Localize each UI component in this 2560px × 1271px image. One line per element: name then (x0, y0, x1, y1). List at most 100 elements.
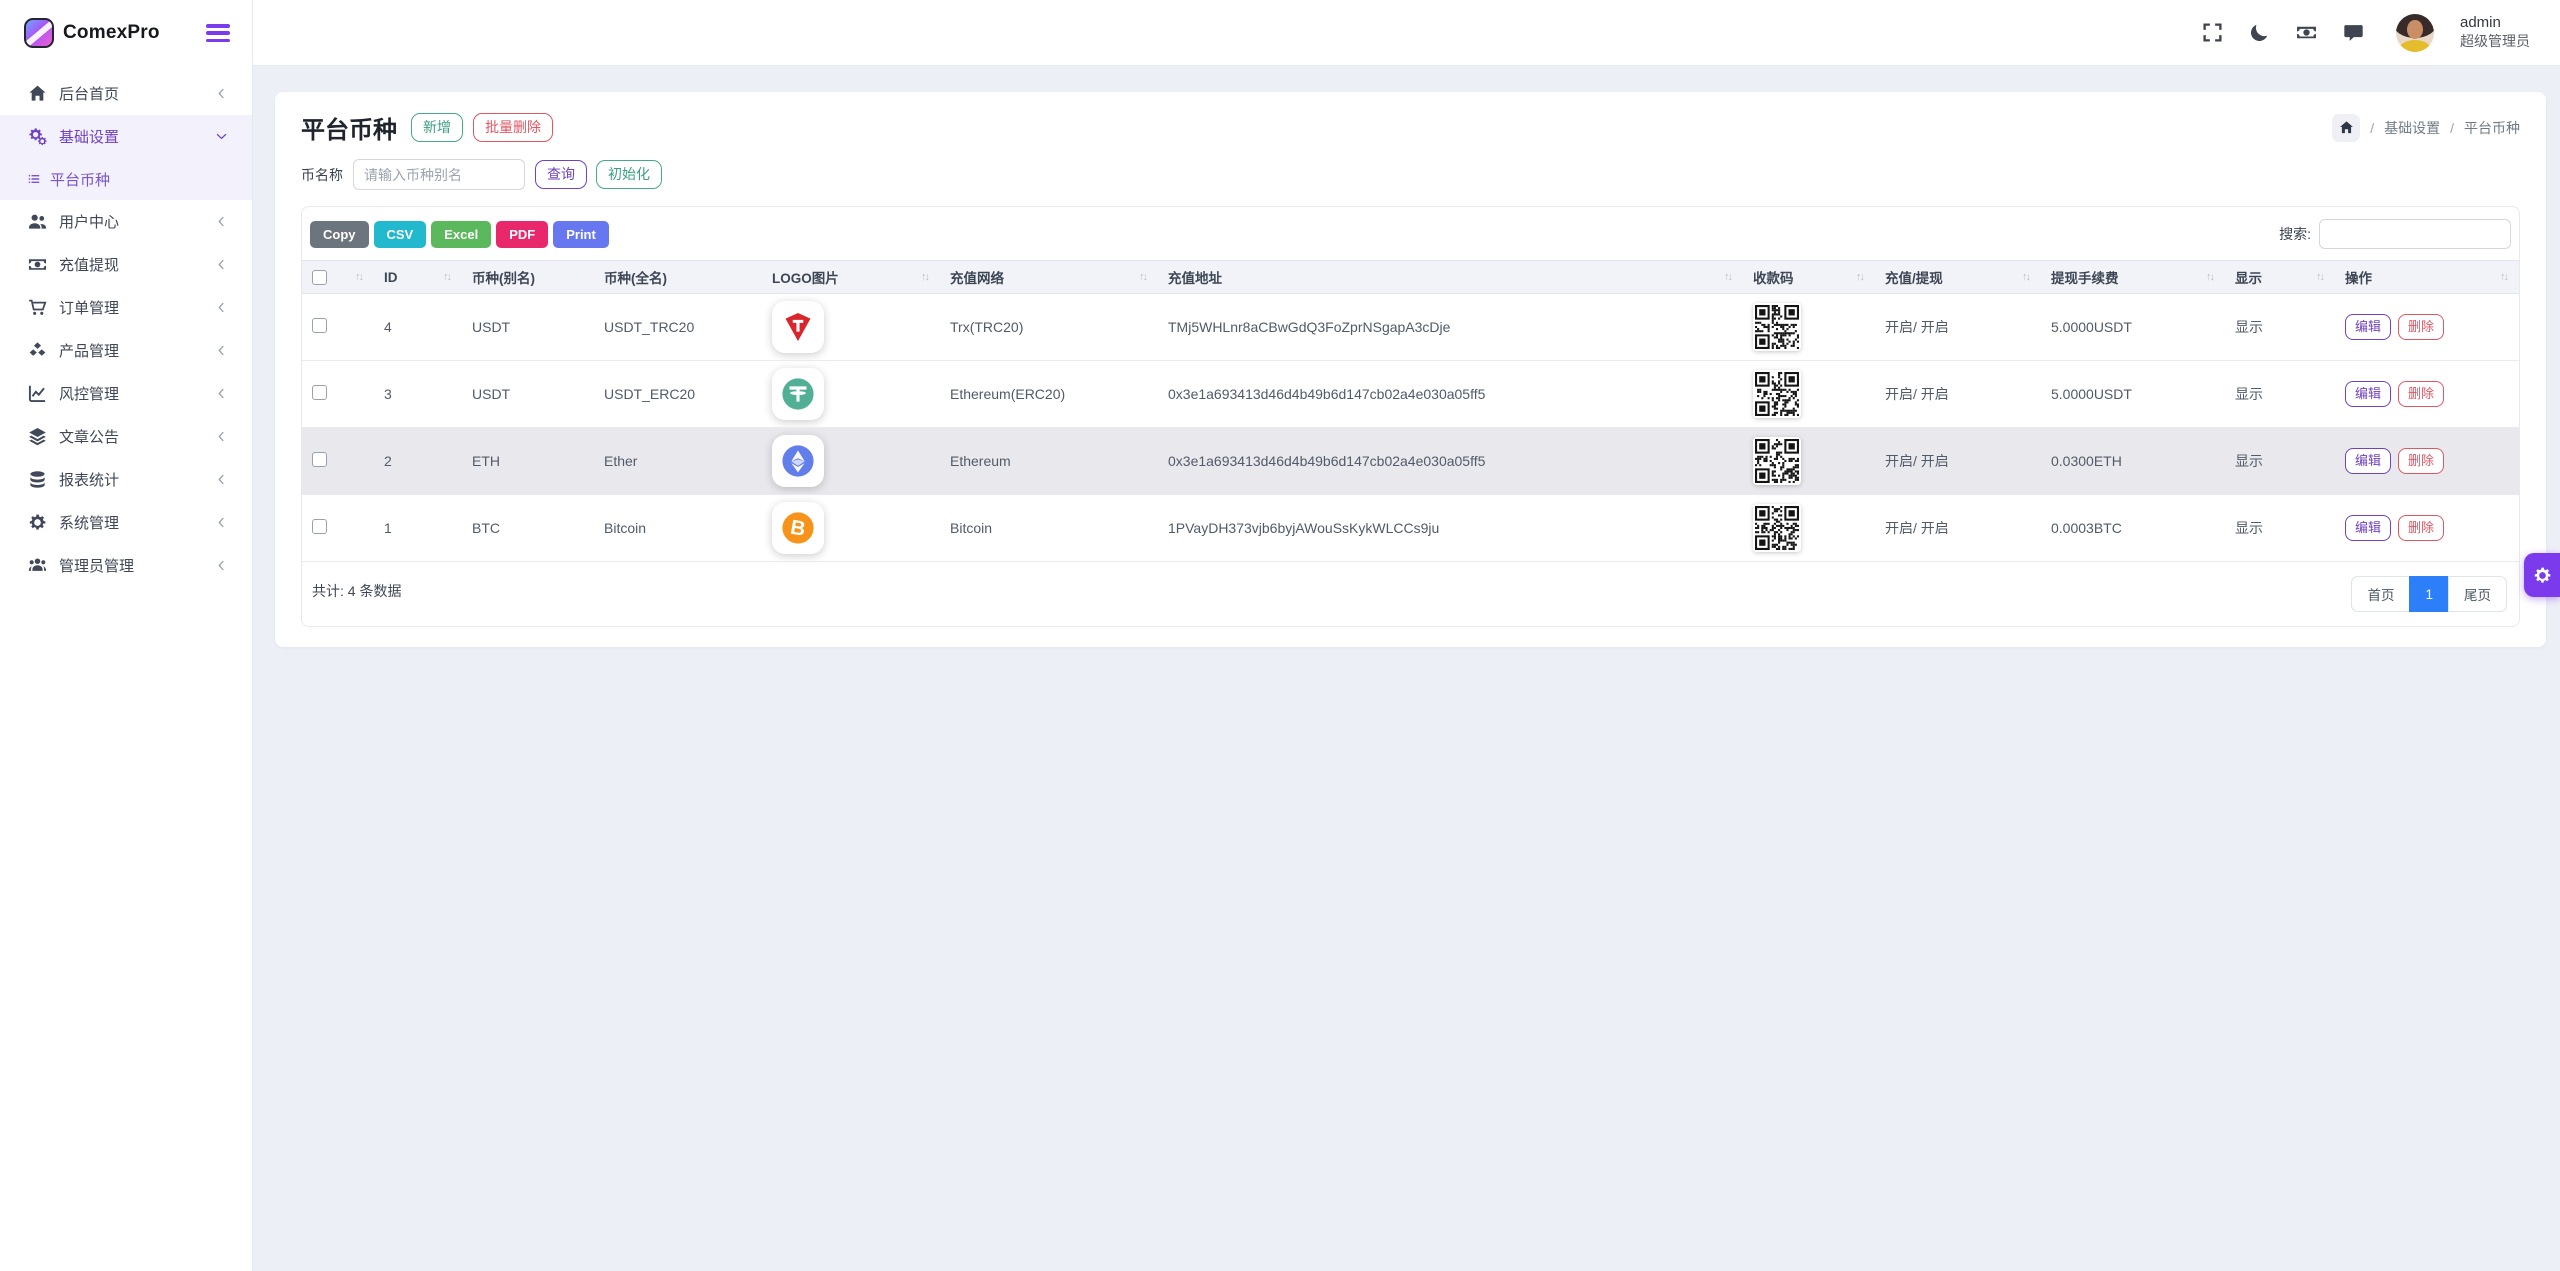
edit-button[interactable]: 编辑 (2345, 515, 2392, 541)
cell-logo (762, 427, 940, 495)
cell-id: 1 (374, 494, 462, 562)
breadcrumb-item[interactable]: 基础设置 (2384, 118, 2440, 138)
column-header-3: 币种(全名) (594, 260, 762, 294)
sidebar-subitem-platform-currency[interactable]: 平台币种 (0, 158, 252, 200)
export-excel-button[interactable]: Excel (431, 220, 492, 248)
sort-icon[interactable]: ↑↓ (921, 271, 930, 283)
row-checkbox[interactable] (312, 519, 327, 534)
banknote-icon[interactable] (2296, 22, 2317, 43)
sidebar-item-report-statistics[interactable]: 报表统计 (0, 458, 252, 501)
sort-icon[interactable]: ↑↓ (1724, 271, 1733, 283)
search-label: 搜索: (2279, 226, 2311, 242)
fullscreen-icon[interactable] (2202, 22, 2223, 43)
sidebar-item-order-management[interactable]: 订单管理 (0, 286, 252, 329)
sidebar-item-risk-management[interactable]: 风控管理 (0, 372, 252, 415)
qr-code-image[interactable] (1753, 437, 1801, 485)
sidebar-item-product-management[interactable]: 产品管理 (0, 329, 252, 372)
qr-code-image[interactable] (1753, 504, 1801, 552)
sidebar-group-risk-management: 风控管理 (0, 372, 252, 415)
delete-button[interactable]: 删除 (2398, 314, 2445, 340)
sidebar-item-basic-settings[interactable]: 基础设置 (0, 115, 252, 158)
user-meta[interactable]: admin 超级管理员 (2460, 14, 2530, 50)
edit-button[interactable]: 编辑 (2345, 314, 2392, 340)
column-header-5[interactable]: 充值网络 ↑↓ (940, 260, 1158, 294)
delete-button[interactable]: 删除 (2398, 515, 2445, 541)
sidebar-item-label: 风控管理 (59, 386, 120, 403)
export-csv-button[interactable]: CSV (373, 220, 427, 248)
page-nav-button[interactable]: 首页 (2351, 576, 2411, 612)
row-checkbox[interactable] (312, 385, 327, 400)
sort-icon[interactable]: ↑↓ (2022, 271, 2031, 283)
sort-icon[interactable]: ↑↓ (2316, 271, 2325, 283)
sort-icon[interactable]: ↑↓ (1856, 271, 1865, 283)
sort-icon[interactable]: ↑↓ (2206, 271, 2215, 283)
row-actions: 编辑 删除 (2345, 314, 2509, 340)
page-nav-button[interactable]: 尾页 (2448, 576, 2507, 612)
cell-display: 显示 (2225, 293, 2335, 361)
user-group-icon (28, 556, 47, 575)
delete-button[interactable]: 删除 (2398, 381, 2445, 407)
settings-fab-button[interactable] (2524, 553, 2560, 597)
sidebar-item-label: 文章公告 (59, 429, 120, 446)
edit-button[interactable]: 编辑 (2345, 381, 2392, 407)
table-footer: 共计: 4 条数据 首页 1 尾页 (302, 562, 2519, 612)
moon-icon[interactable] (2249, 22, 2270, 43)
batch-delete-button[interactable]: 批量删除 (473, 113, 553, 142)
qr-code-image[interactable] (1753, 370, 1801, 418)
gear-icon (2533, 566, 2552, 585)
cell-qr (1743, 427, 1875, 495)
sort-icon[interactable]: ↑↓ (443, 271, 452, 283)
sort-icon[interactable]: ↑↓ (355, 271, 364, 283)
sidebar-item-user-center[interactable]: 用户中心 (0, 200, 252, 243)
query-button[interactable]: 查询 (535, 160, 587, 189)
column-header-label: LOGO图片 (772, 271, 839, 286)
menu-toggle-icon[interactable] (206, 24, 230, 42)
avatar[interactable] (2396, 13, 2434, 52)
title-buttons: 新增 批量删除 (411, 113, 553, 142)
table-toolbar: Copy CSV Excel PDF Print 搜索: (302, 219, 2519, 249)
column-header-11[interactable]: 操作 ↑↓ (2335, 260, 2519, 294)
breadcrumb-item[interactable]: 平台币种 (2464, 118, 2520, 138)
sidebar-group-article-notice: 文章公告 (0, 415, 252, 458)
column-header-10[interactable]: 显示 ↑↓ (2225, 260, 2335, 294)
edit-button[interactable]: 编辑 (2345, 448, 2392, 474)
table-search-input[interactable] (2319, 219, 2511, 249)
column-header-9[interactable]: 提现手续费 ↑↓ (2041, 260, 2225, 294)
sidebar-subitem-label: 平台币种 (50, 171, 111, 189)
filter-row: 币名称 查询初始化 (301, 159, 2520, 190)
delete-button[interactable]: 删除 (2398, 448, 2445, 474)
row-checkbox[interactable] (312, 452, 327, 467)
column-header-1[interactable]: ID ↑↓ (374, 260, 462, 294)
currency-name-input[interactable] (353, 159, 525, 190)
column-header-7[interactable]: 收款码 ↑↓ (1743, 260, 1875, 294)
sidebar-item-deposit-withdraw[interactable]: 充值提现 (0, 243, 252, 286)
breadcrumb-home-button[interactable] (2332, 113, 2361, 142)
row-checkbox[interactable] (312, 318, 327, 333)
chevron-left-icon (215, 430, 228, 443)
select-all-checkbox[interactable] (312, 269, 327, 285)
search-box: 搜索: (2279, 219, 2511, 249)
column-header-8[interactable]: 充值/提现 ↑↓ (1875, 260, 2041, 294)
column-header-0[interactable]: ↑↓ (302, 260, 374, 294)
sidebar-item-article-notice[interactable]: 文章公告 (0, 415, 252, 458)
sort-icon[interactable]: ↑↓ (2500, 271, 2509, 283)
qr-code-image[interactable] (1753, 303, 1801, 351)
column-header-4[interactable]: LOGO图片 ↑↓ (762, 260, 940, 294)
sidebar-item-system-management[interactable]: 系统管理 (0, 501, 252, 544)
sort-icon[interactable]: ↑↓ (1139, 271, 1148, 283)
ethereum-logo (772, 435, 824, 487)
sidebar-item-dashboard[interactable]: 后台首页 (0, 72, 252, 115)
export-copy-button[interactable]: Copy (310, 220, 369, 248)
admin-app: ComexPro 后台首页 基础设置 平台币种 用户中心 充值提现 订单管理 产品管理 风控管… (0, 0, 2560, 1271)
export-pdf-button[interactable]: PDF (496, 220, 549, 248)
brand-logo-icon (24, 18, 54, 48)
column-header-6[interactable]: 充值地址 ↑↓ (1158, 260, 1743, 294)
page-number-button[interactable]: 1 (2409, 576, 2449, 612)
chevron-left-icon (215, 258, 228, 271)
sidebar-item-admin-management[interactable]: 管理员管理 (0, 544, 252, 587)
export-buttons: Copy CSV Excel PDF Print (310, 220, 614, 248)
chat-icon[interactable] (2343, 22, 2364, 43)
export-print-button[interactable]: Print (553, 220, 609, 248)
initialize-button[interactable]: 初始化 (596, 160, 662, 189)
add-button[interactable]: 新增 (411, 113, 463, 142)
